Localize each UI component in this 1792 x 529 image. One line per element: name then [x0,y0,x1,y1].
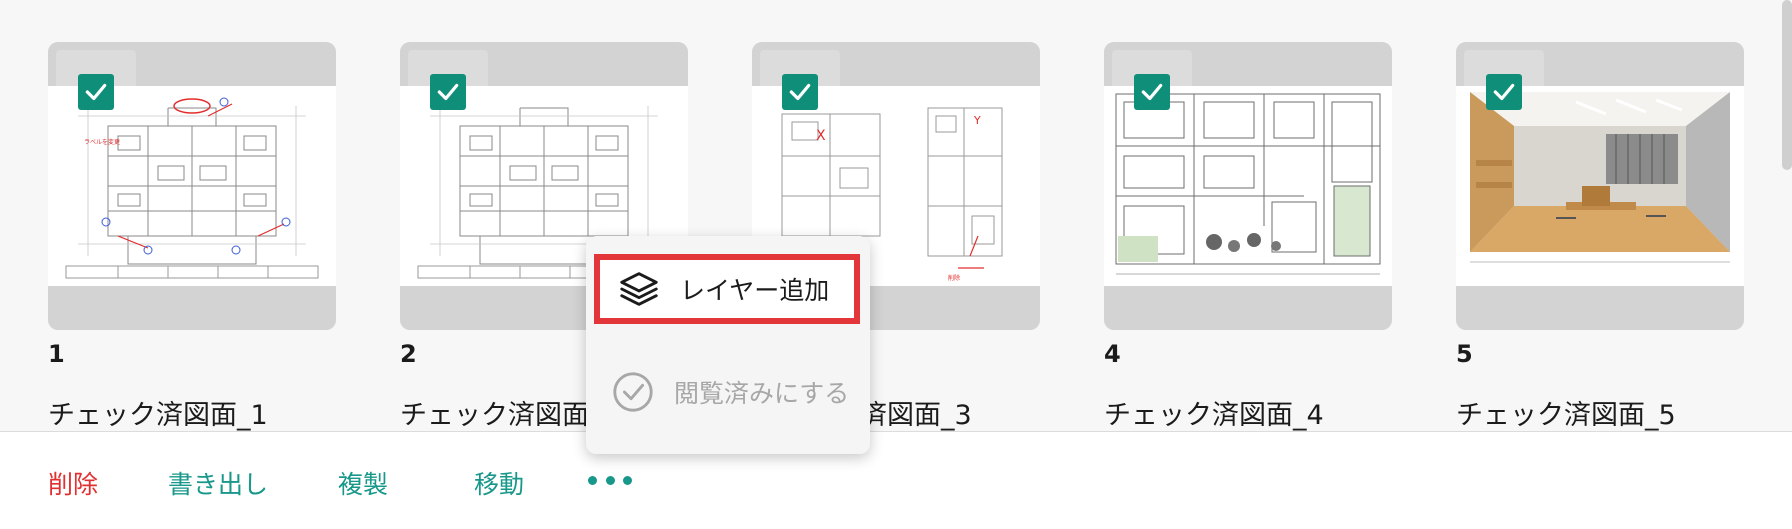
drawing-number: 1 [48,340,65,368]
layers-icon [620,272,658,306]
checkmark-icon [1493,83,1515,101]
checkbox-checked[interactable] [1134,74,1170,110]
drawing-name[interactable]: チェック済図面_4 [1104,393,1324,432]
drawing-card-1[interactable]: ラベルを変更 [48,42,336,330]
svg-text:削除: 削除 [948,274,960,282]
checkbox-checked[interactable] [430,74,466,110]
svg-text:Y: Y [973,114,981,127]
export-button[interactable]: 書き出し [168,465,268,501]
more-horizontal-icon[interactable] [588,470,632,490]
drawing-name[interactable]: チェック済図面_5 [1456,393,1676,432]
floor-plan-thumbnail: ラベルを変更 [48,86,336,286]
drawing-number: 5 [1456,340,1473,368]
floor-plan-image: ラベルを変更 [48,86,336,286]
checkbox-checked[interactable] [1486,74,1522,110]
interior-render-thumbnail [1456,86,1744,286]
checkmark-icon [789,83,811,101]
floor-plan-image [1104,86,1392,286]
svg-text:X: X [816,128,826,144]
vertical-scrollbar[interactable] [1782,0,1792,170]
more-dot [623,475,632,485]
svg-text:ラベルを変更: ラベルを変更 [84,138,120,146]
drawing-card-5[interactable] [1456,42,1744,330]
more-dot [588,475,597,485]
interior-render-image [1456,86,1744,286]
checkmark-icon [1141,83,1163,101]
add-layer-label: レイヤー追加 [680,276,830,305]
drawing-card-4[interactable] [1104,42,1392,330]
mark-viewed-label: 閲覧済みにする [674,379,850,408]
add-layer-menu-item[interactable]: レイヤー追加 [594,254,860,324]
delete-button[interactable]: 削除 [48,465,98,501]
drawing-number: 2 [400,340,417,368]
drawing-name[interactable]: チェック済図面_1 [48,393,268,432]
more-dot [605,475,615,485]
duplicate-button[interactable]: 複製 [338,465,388,501]
context-menu: レイヤー追加 閲覧済みにする [586,236,870,454]
checkbox-checked[interactable] [782,74,818,110]
move-button[interactable]: 移動 [474,465,524,501]
checkmark-icon [437,83,459,101]
checkmark-icon [85,83,107,101]
drawing-number: 4 [1104,340,1121,368]
checkbox-checked[interactable] [78,74,114,110]
mark-viewed-menu-item[interactable]: 閲覧済みにする [594,357,860,427]
floor-plan-thumbnail [1104,86,1392,286]
check-circle-icon [613,372,653,412]
bottom-toolbar [0,431,1792,529]
